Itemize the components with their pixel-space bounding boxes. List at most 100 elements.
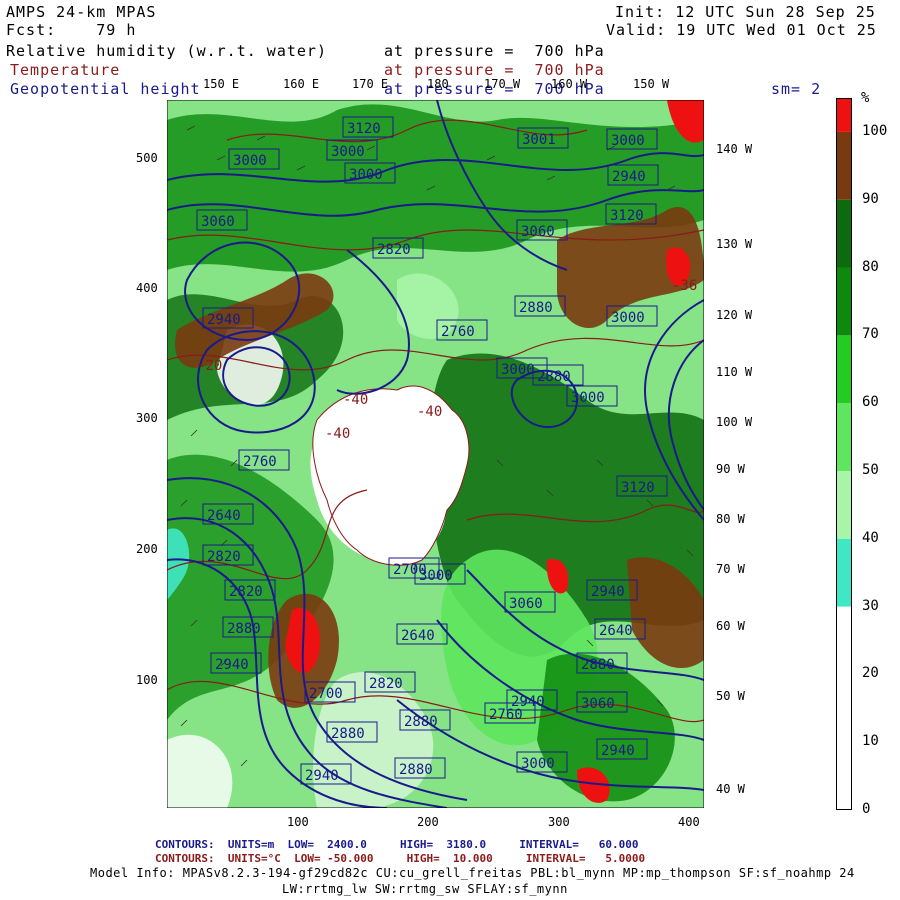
height-label: 3060	[581, 696, 615, 712]
y-axis-label: 100	[136, 673, 158, 687]
height-label: 2940	[305, 768, 339, 784]
height-label: 2640	[401, 628, 435, 644]
colorbar-tick-label: 80	[862, 258, 879, 275]
height-label: 2940	[601, 743, 635, 759]
colorbar-tick-label: 100	[862, 122, 888, 139]
lon-right-label: 120 W	[716, 308, 753, 322]
colorbar-tick-label: 40	[862, 529, 879, 546]
rh-map: 3120 3000 3000 3000 2940 3001 3120 3060 …	[167, 100, 704, 808]
lon-right-label: 40 W	[716, 782, 745, 796]
x-axis-label: 200	[417, 815, 439, 829]
colorbar-bin	[836, 470, 852, 539]
height-label: 3000	[349, 167, 383, 183]
height-label: 2640	[599, 623, 633, 639]
y-axis-label: 400	[136, 281, 158, 295]
forecast-hour: Fcst: 79 h	[6, 22, 136, 38]
height-label: 3120	[610, 208, 644, 224]
colorbar-bin	[836, 606, 852, 810]
height-label: 3060	[201, 214, 235, 230]
height-label: 2700	[309, 686, 343, 702]
height-label: 3000	[521, 756, 555, 772]
temp-label: -20	[197, 358, 222, 374]
lon-top-label: 160 W	[551, 77, 588, 91]
field-rh-name: Relative humidity (w.r.t. water)	[6, 42, 327, 60]
height-contour-interval: INTERVAL= 60.000	[519, 838, 639, 851]
height-label: 2940	[591, 584, 625, 600]
smoothing-label: sm= 2	[771, 80, 822, 98]
field-temp-name: Temperature	[10, 61, 121, 79]
colorbar-bin	[836, 538, 852, 607]
valid-time: Valid: 19 UTC Wed 01 Oct 25	[606, 22, 877, 38]
height-label: 2760	[243, 454, 277, 470]
lon-top-label: 180	[427, 77, 449, 91]
init-time: Init: 12 UTC Sun 28 Sep 25	[615, 4, 876, 20]
height-label: 3060	[509, 596, 543, 612]
lon-right-label: 80 W	[716, 512, 745, 526]
y-axis-label: 500	[136, 151, 158, 165]
init-label: Init:	[615, 3, 666, 21]
rh-colorbar	[836, 98, 852, 810]
height-label: 2760	[441, 324, 475, 340]
colorbar-unit: %	[861, 90, 870, 106]
height-label: 3120	[347, 121, 381, 137]
temp-label: -40	[417, 404, 442, 420]
height-label: 2940	[207, 312, 241, 328]
height-label: 2940	[511, 694, 545, 710]
model-info-line-1: Model Info: MPASv8.2.3-194-gf29cd82c CU:…	[90, 866, 855, 880]
init-value: 12 UTC Sun 28 Sep 25	[675, 3, 876, 21]
model-title: AMPS 24-km MPAS	[6, 3, 157, 21]
colorbar-tick-label: 90	[862, 190, 879, 207]
temp-contour-interval: INTERVAL= 5.0000	[525, 852, 646, 865]
height-label: 2820	[369, 676, 403, 692]
height-contour-info: CONTOURS: UNITS=m LOW= 2400.0 HIGH= 3180…	[155, 838, 638, 851]
height-label: 3000	[611, 133, 645, 149]
colorbar-bin	[836, 403, 852, 471]
colorbar-tick-label: 20	[862, 665, 879, 682]
colorbar-bin	[836, 267, 852, 336]
height-label: 2820	[377, 242, 411, 258]
lon-right-label: 90 W	[716, 462, 745, 476]
temp-label: -36	[672, 278, 697, 294]
field-rh-level: at pressure = 700 hPa	[384, 42, 605, 60]
y-axis-label: 300	[136, 411, 158, 425]
temp-label: -40	[343, 392, 368, 408]
lon-right-label: 50 W	[716, 689, 745, 703]
height-label: 3000	[611, 310, 645, 326]
temp-label: -40	[325, 426, 350, 442]
height-contour-high: HIGH= 3180.0	[400, 838, 487, 851]
colorbar-tick-label: 30	[862, 597, 879, 614]
colorbar-bin	[836, 335, 852, 404]
colorbar-tick-label: 70	[862, 326, 879, 343]
lon-top-label: 150 W	[633, 77, 670, 91]
colorbar-tick-label: 60	[862, 394, 879, 411]
model-info-line-2: LW:rrtmg_lw SW:rrtmg_sw SFLAY:sf_mynn	[282, 882, 568, 896]
height-label: 2640	[207, 508, 241, 524]
height-label: 2820	[229, 584, 263, 600]
height-label: 3001	[522, 132, 556, 148]
height-label: 3000	[419, 568, 453, 584]
height-label: 3000	[501, 362, 535, 378]
height-label: 3000	[331, 144, 365, 160]
height-label: 2820	[207, 549, 241, 565]
lon-top-label: 150 E	[203, 77, 240, 91]
field-height-name: Geopotential height	[10, 80, 201, 98]
y-axis-label: 200	[136, 542, 158, 556]
field-temp-level: at pressure = 700 hPa	[384, 61, 605, 79]
height-contour-range: CONTOURS: UNITS=m LOW= 2400.0	[155, 838, 367, 851]
valid-label: Valid:	[606, 21, 667, 39]
height-label: 2880	[581, 657, 615, 673]
x-axis-label: 400	[678, 815, 700, 829]
lon-right-label: 100 W	[716, 415, 753, 429]
lon-right-label: 60 W	[716, 619, 745, 633]
lon-top-label: 170 W	[484, 77, 521, 91]
lon-right-label: 70 W	[716, 562, 745, 576]
height-label: 3000	[233, 153, 267, 169]
height-label: 2940	[612, 169, 646, 185]
colorbar-tick-label: 10	[862, 733, 879, 750]
lon-top-label: 160 E	[283, 77, 320, 91]
colorbar-bin	[836, 98, 852, 132]
valid-value: 19 UTC Wed 01 Oct 25	[676, 21, 877, 39]
height-label: 2880	[399, 762, 433, 778]
colorbar-bin	[836, 199, 852, 268]
x-axis-label: 300	[548, 815, 570, 829]
